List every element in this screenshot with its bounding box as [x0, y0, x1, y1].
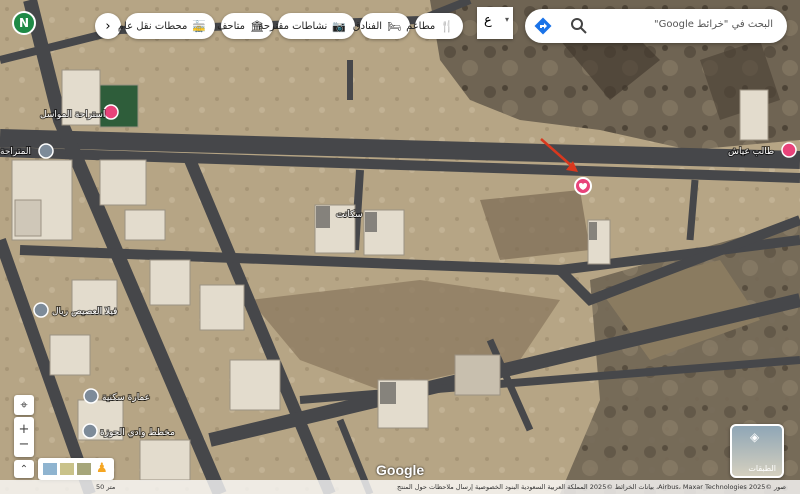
language-toggle[interactable]: ع ▾ [477, 7, 513, 39]
chip-transit[interactable]: 🚋 محطات نقل عام [118, 13, 215, 39]
lang-label: ع [484, 13, 492, 28]
place-label[interactable]: سكانت [335, 209, 364, 221]
chip-things-to-do[interactable]: 📷 نشاطات مقترحة [258, 13, 355, 39]
place-label[interactable]: فيلا العصيص ريال [51, 306, 118, 318]
expand-icon[interactable]: ⌃ [14, 460, 34, 478]
zoom-in-button[interactable]: + [19, 422, 30, 437]
chip-label: مطاعم [406, 20, 436, 32]
thumbnail[interactable] [43, 463, 57, 475]
camera-icon: 📷 [332, 19, 346, 33]
chip-restaurants[interactable]: 🍴 مطاعم [406, 13, 463, 39]
search-icon[interactable] [569, 16, 589, 36]
thumbnail[interactable] [60, 463, 74, 475]
hotel-icon: 🛏 [387, 19, 401, 33]
place-label[interactable]: استراحة المواسل [39, 109, 106, 121]
place-label[interactable]: المتراحة [0, 146, 32, 158]
layers-icon: ◈ [750, 430, 760, 444]
account-avatar[interactable]: N [12, 11, 36, 35]
zoom-out-button[interactable]: − [19, 437, 30, 452]
place-label[interactable]: عمارة سكنية [101, 392, 151, 404]
layers-label: الطبقات [748, 464, 776, 473]
chip-label: محطات نقل عام [117, 20, 188, 32]
chevron-down-icon: ▾ [504, 15, 509, 24]
locate-me-icon[interactable]: ⌖ [14, 395, 34, 415]
attribution-text[interactable]: صور ©2025 Airbus، Maxar Technologies، بي… [397, 483, 786, 491]
google-logo: Google [376, 462, 425, 478]
pegman-icon[interactable]: ♟ [96, 461, 108, 476]
restaurant-icon: 🍴 [440, 19, 454, 33]
search-input[interactable]: البحث في "خرائط Google" [654, 19, 773, 30]
scale-label[interactable]: 50 متر [96, 483, 115, 491]
imagery-thumbnails[interactable]: ♟ [38, 458, 114, 480]
place-label[interactable]: مخطط وادي الحوزة [99, 427, 176, 439]
chip-label: نشاطات مقترحة [258, 20, 328, 32]
place-label[interactable]: طالب عياش [727, 146, 775, 158]
transit-icon: 🚋 [192, 19, 206, 33]
chip-label: متاحف [217, 20, 246, 32]
thumbnail[interactable] [77, 463, 91, 475]
chip-hotels[interactable]: 🛏 الفنادق [353, 13, 410, 39]
zoom-control: + − [14, 417, 34, 457]
directions-icon[interactable] [533, 16, 553, 36]
search-box[interactable]: البحث في "خرائط Google" [525, 9, 787, 43]
attribution-bar: 50 متر صور ©2025 Airbus، Maxar Technolog… [0, 480, 800, 494]
chip-label: الفنادق [352, 20, 383, 32]
satellite-map[interactable]: استراحة المواسل المتراحة فيلا العصيص ريا… [0, 0, 800, 494]
layers-button[interactable]: ◈ الطبقات [730, 424, 784, 478]
